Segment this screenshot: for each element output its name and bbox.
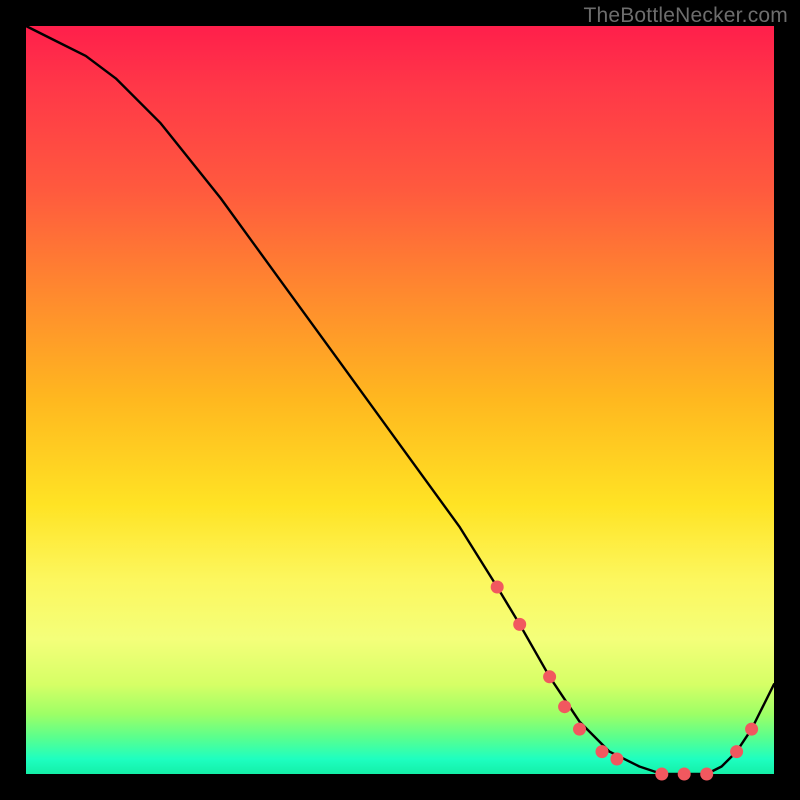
marker-point <box>655 768 668 781</box>
marker-point <box>610 753 623 766</box>
bottleneck-curve <box>26 26 774 774</box>
curve-path-group <box>26 26 774 774</box>
marker-point <box>700 768 713 781</box>
marker-point <box>678 768 691 781</box>
marker-point <box>491 581 504 594</box>
marker-point <box>745 723 758 736</box>
marker-point <box>543 670 556 683</box>
marker-point <box>573 723 586 736</box>
watermark-text: TheBottleNecker.com <box>583 4 788 28</box>
chart-stage: TheBottleNecker.com <box>0 0 800 800</box>
marker-point <box>730 745 743 758</box>
marker-point <box>558 700 571 713</box>
curve-overlay <box>26 26 774 774</box>
marker-group <box>491 581 758 781</box>
marker-point <box>596 745 609 758</box>
marker-point <box>513 618 526 631</box>
